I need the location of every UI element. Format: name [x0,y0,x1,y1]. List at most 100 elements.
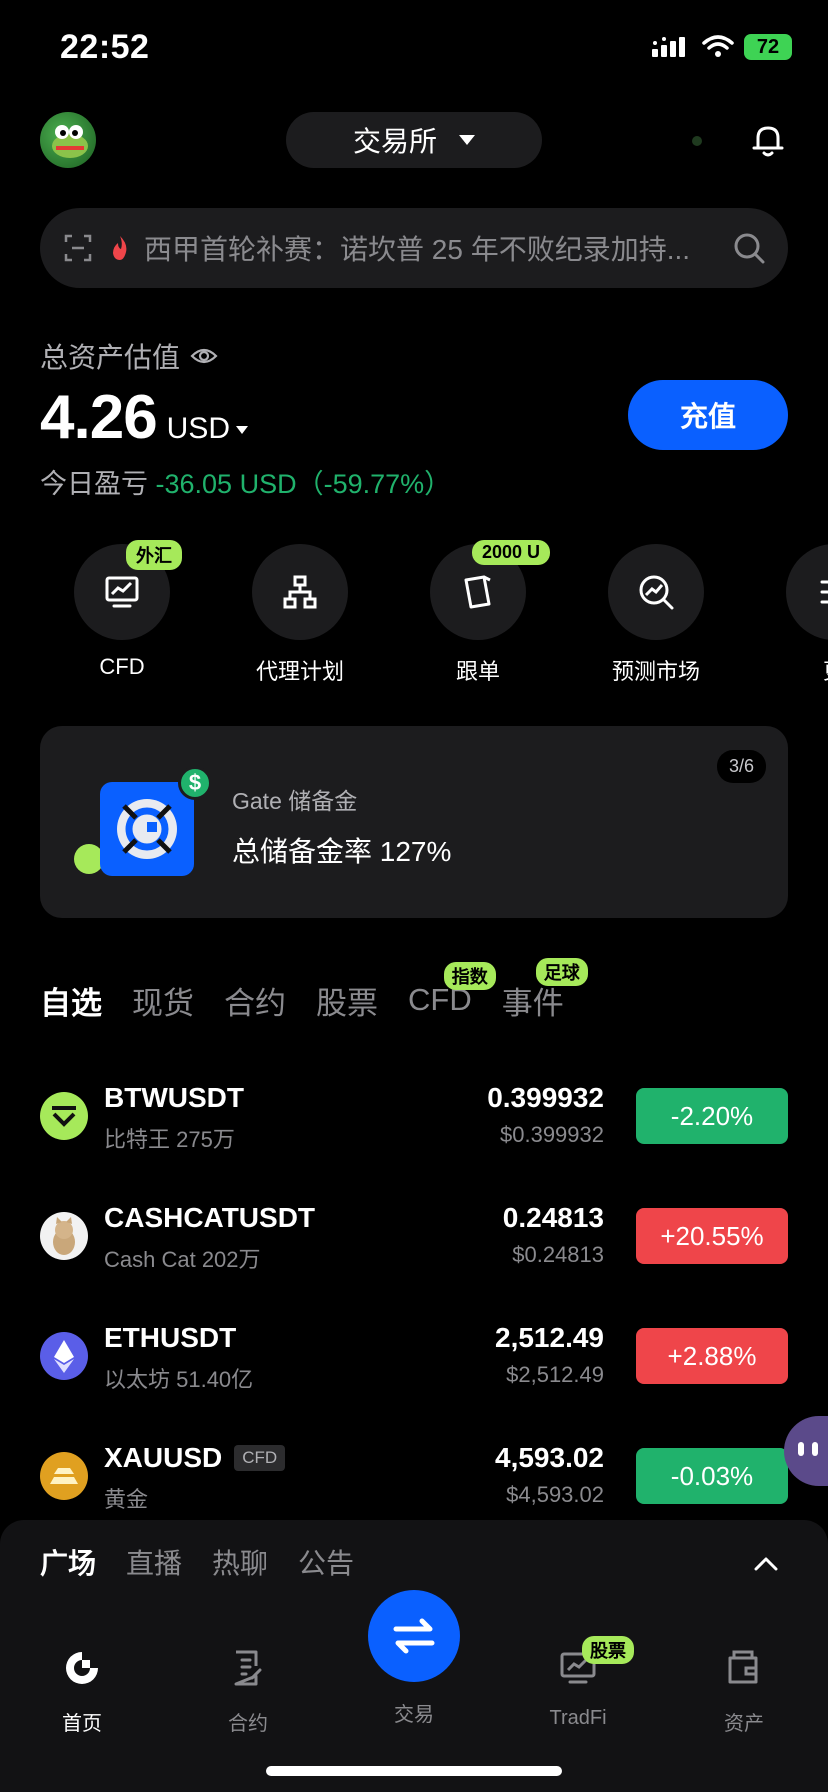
shortcut-badge: 外汇 [126,540,182,570]
status-bar: 22:52 72 [0,0,828,100]
market-row[interactable]: CASHCATUSDT Cash Cat 202万 0.24813 $0.248… [40,1196,788,1286]
status-time: 22:52 [60,28,150,66]
wallet-icon [728,1650,758,1684]
pair-subtitle: 比特王 275万 [104,1127,235,1152]
eye-icon[interactable] [190,346,218,366]
shortcut-more[interactable]: 更 [764,544,828,686]
pair-subtitle: 以太坊 51.40亿 [104,1367,254,1392]
pair-subtitle: 黄金 [104,1487,149,1512]
nav-futures[interactable]: 合约 [188,1646,308,1736]
price-usd: $0.399932 [500,1122,604,1147]
fire-icon [113,236,127,260]
tab-cfd[interactable]: CFD 指数 [408,962,496,1018]
tab-spot[interactable]: 现货 [132,978,194,1023]
reserve-title: Gate 储备金 [232,788,358,814]
search-placeholder: 西甲首轮补赛：诺坎普 25 年不败纪录加持... [144,234,691,265]
caret-down-icon [236,426,249,435]
tab-stocks[interactable]: 股票 [316,978,378,1023]
nav-assets[interactable]: 资产 [684,1646,804,1736]
shortcut-agent-plan[interactable]: 代理计划 [230,544,370,686]
nav-trade-label: 交易 [394,1704,434,1726]
tab-futures[interactable]: 合约 [224,978,286,1023]
exchange-mode-label: 交易所 [352,126,437,157]
reserve-ratio: 总储备金率 127% [232,836,452,867]
reserve-banner[interactable]: 3/6 $ Gate 储备金 总储备金率 127% [40,726,788,918]
pair-subtitle: Cash Cat 202万 [104,1247,261,1272]
total-assets-amount: 4.26 [40,383,158,452]
cards-icon [464,575,491,609]
nav-tradfi[interactable]: TradFi 股票 [518,1636,638,1730]
tab-announcements[interactable]: 公告 [298,1542,354,1582]
tab-hot-chat[interactable]: 热聊 [212,1542,268,1582]
tab-badge: 指数 [443,962,496,990]
pair-name: XAUUSD CFD [104,1442,286,1474]
btw-coin-icon [40,1092,88,1140]
change-badge[interactable]: -2.20% [636,1088,788,1144]
price-usd: $0.24813 [512,1242,604,1267]
nav-badge: 股票 [582,1636,634,1664]
shortcut-cfd[interactable]: CFD 外汇 [52,540,192,680]
market-tabs: 自选 现货 合约 股票 CFD 指数 事件 足球 [40,957,588,1030]
eth-coin-icon [40,1332,88,1380]
home-logo-icon [66,1652,98,1684]
trade-button[interactable] [368,1590,460,1682]
swap-arrows-icon [393,1618,435,1654]
chevron-up-icon[interactable] [752,1550,780,1578]
list-icon [820,580,828,604]
shortcut-badge: 2000 U [472,540,551,565]
dollar-icon: $ [178,766,212,800]
pair-name: CASHCATUSDT [104,1202,316,1233]
cat-coin-icon [40,1212,88,1260]
status-dot [692,136,702,146]
org-chart-icon [283,575,317,609]
search-bar[interactable]: 西甲首轮补赛：诺坎普 25 年不败纪录加持... [40,208,788,288]
avatar[interactable] [40,112,96,168]
document-icon [234,1650,262,1686]
cfd-tag: CFD [234,1445,286,1471]
last-price: 0.399932 [487,1082,604,1113]
gold-coin-icon [40,1452,88,1500]
chart-screen-icon [105,576,139,608]
shortcut-copy-trading[interactable]: 跟单 2000 U [408,540,551,686]
market-row[interactable]: BTWUSDT 比特王 275万 0.399932 $0.399932 -2.2… [40,1076,788,1166]
pair-name: ETHUSDT [104,1322,237,1353]
scan-icon[interactable] [62,232,94,264]
search-icon[interactable] [732,231,766,265]
change-badge[interactable]: +2.88% [636,1328,788,1384]
trend-search-icon [639,575,674,610]
pair-name: BTWUSDT [104,1082,244,1113]
change-badge[interactable]: -0.03% [636,1448,788,1504]
assistant-bubble-icon[interactable] [784,1416,828,1486]
deposit-button[interactable]: 充值 [628,380,788,450]
tab-square[interactable]: 广场 [40,1542,96,1582]
shortcut-row: CFD 外汇 代理计划 跟单 2000 U 预测市场 [0,540,828,686]
status-icons: 72 [652,34,792,60]
price-usd: $4,593.02 [506,1482,604,1507]
change-badge[interactable]: +20.55% [636,1208,788,1264]
total-assets-value: 4.26 USD [40,382,249,453]
tab-live[interactable]: 直播 [126,1542,182,1582]
price-usd: $2,512.49 [506,1362,604,1387]
today-pnl-value: -36.05 USD（-59.77%） [155,469,452,499]
tab-favorites[interactable]: 自选 [40,978,102,1023]
caret-down-icon [459,135,475,145]
market-row[interactable]: ETHUSDT 以太坊 51.40亿 2,512.49 $2,512.49 +2… [40,1316,788,1406]
banner-page-indicator: 3/6 [716,750,766,783]
currency-select[interactable]: USD [167,412,249,446]
battery-indicator: 72 [744,34,792,60]
last-price: 4,593.02 [495,1442,604,1473]
last-price: 0.24813 [502,1202,604,1233]
last-price: 2,512.49 [495,1322,604,1353]
today-pnl: 今日盈亏 -36.05 USD（-59.77%） [40,469,452,499]
gate-logo-icon [100,782,194,876]
signal-icon [652,37,685,57]
bell-icon[interactable] [748,120,788,160]
shortcut-prediction-market[interactable]: 预测市场 [586,544,726,686]
tab-events[interactable]: 事件 足球 [502,957,588,1023]
market-row[interactable]: XAUUSD CFD 黄金 4,593.02 $4,593.02 -0.03% [40,1436,788,1526]
top-header: 交易所 [0,108,828,172]
community-tabs: 广场 直播 热聊 公告 [40,1542,354,1582]
exchange-mode-select[interactable]: 交易所 [286,112,542,168]
nav-home[interactable]: 首页 [22,1646,142,1736]
home-indicator [266,1766,562,1776]
